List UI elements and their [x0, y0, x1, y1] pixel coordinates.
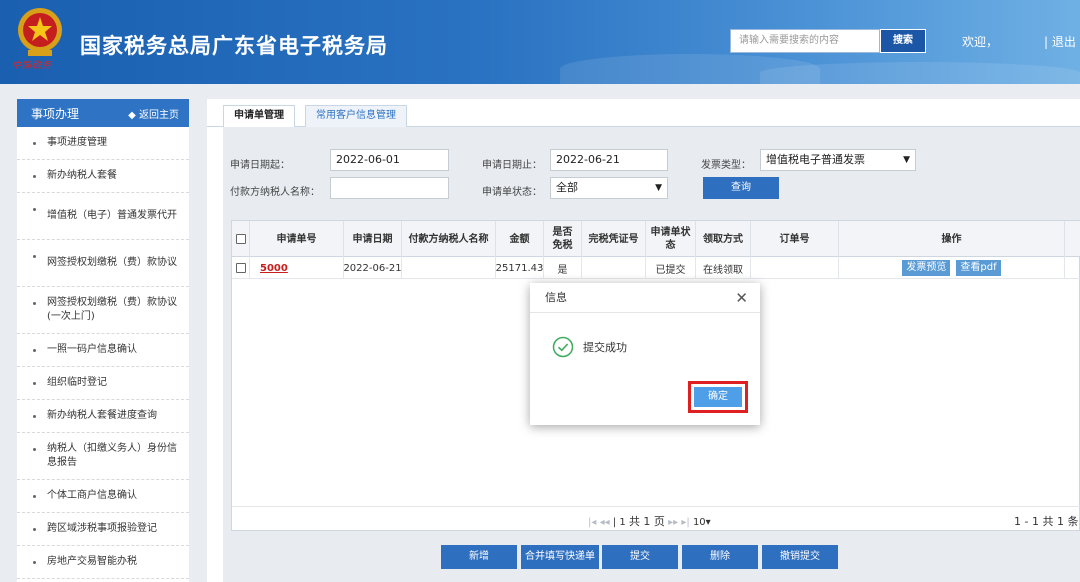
col-operations: 操作 [839, 221, 1065, 257]
info-dialog: 信息 ✕ 提交成功 确定 [530, 283, 760, 425]
col-date: 申请日期 [344, 221, 402, 257]
sidebar: 事项办理 ◆ 返回主页 事项进度管理 新办纳税人套餐 增值税（电子）普通发票代开… [17, 99, 189, 582]
dialog-message: 提交成功 [583, 341, 627, 354]
add-button[interactable]: 新增 [441, 545, 517, 569]
payer-name-label: 付款方纳税人名称： [230, 187, 320, 198]
tab-application-management[interactable]: 申请单管理 [223, 105, 295, 127]
success-check-icon [552, 336, 574, 358]
table-row[interactable]: 5000 2022-06-21 25171.43 是 已提交 在线领取 发票预览… [232, 257, 1080, 279]
merge-express-button[interactable]: 合并填写快递单 [521, 545, 599, 569]
prev-page-icon[interactable]: ◂◂ [600, 517, 610, 528]
row-voucher [582, 257, 646, 279]
status-select[interactable]: 全部 ▼ [550, 177, 668, 199]
search-input[interactable]: 请输入需要搜索的内容 [730, 29, 880, 53]
order-no-link[interactable]: 5000 [260, 263, 288, 274]
sidebar-item-new-taxpayer-package[interactable]: 新办纳税人套餐 [17, 160, 189, 193]
sidebar-item-tax-agreement[interactable]: 网签授权划缴税（费）款协议 [17, 240, 189, 287]
sidebar-item-cross-region[interactable]: 跨区域涉税事项报验登记 [17, 513, 189, 546]
sidebar-item-identity-report[interactable]: 纳税人（扣缴义务人）身份信息报告 [17, 433, 189, 480]
site-header: 中国税务 国家税务总局广东省电子税务局 请输入需要搜索的内容 搜索 欢迎， | … [0, 0, 1080, 84]
dialog-title: 信息 [545, 291, 567, 304]
sidebar-item-progress[interactable]: 事项进度管理 [17, 127, 189, 160]
row-date: 2022-06-21 [344, 257, 402, 279]
row-status: 已提交 [646, 257, 696, 279]
chevron-down-icon: ▾ [705, 517, 711, 528]
row-order-no-cell: 5000 [250, 257, 344, 279]
sidebar-item-tax-agreement-visit[interactable]: 网签授权划缴税（费）款协议(一次上门) [17, 287, 189, 334]
col-payer: 付款方纳税人名称 [402, 221, 496, 257]
sidebar-menu: 事项进度管理 新办纳税人套餐 增值税（电子）普通发票代开 网签授权划缴税（费）款… [17, 127, 189, 579]
sidebar-item-license-confirm[interactable]: 一照一码户信息确认 [17, 334, 189, 367]
start-date-label: 申请日期起： [230, 160, 290, 171]
total-pages: 共 1 页 [628, 515, 665, 528]
back-home-link[interactable]: ◆ 返回主页 [128, 106, 179, 121]
tab-bar: 申请单管理 常用客户信息管理 [207, 99, 1080, 127]
invoice-type-label: 发票类型： [701, 160, 751, 171]
row-checkbox[interactable] [235, 263, 246, 273]
invoice-type-select[interactable]: 增值税电子普通发票 ▼ [760, 149, 916, 171]
page-size-select[interactable]: 10 [693, 517, 706, 528]
view-pdf-button[interactable]: 查看pdf [956, 260, 1001, 276]
site-title: 国家税务总局广东省电子税务局 [80, 34, 388, 58]
close-icon[interactable]: ✕ [735, 283, 748, 313]
sidebar-item-invoice-issuing[interactable]: 增值税（电子）普通发票代开 [17, 193, 189, 240]
row-order [751, 257, 839, 279]
dialog-header: 信息 ✕ [530, 283, 760, 313]
delete-button[interactable]: 删除 [682, 545, 758, 569]
query-button[interactable]: 查询 [703, 177, 779, 199]
col-voucher: 完税凭证号 [582, 221, 646, 257]
col-amount: 金额 [496, 221, 544, 257]
row-payer [402, 257, 496, 279]
row-amount: 25171.43 [496, 257, 544, 279]
pagination-nav: |◂ ◂◂ | 1 共 1 页 ▸▸ ▸| 10▾ [588, 513, 711, 529]
header-decoration [760, 62, 1080, 84]
dialog-body: 提交成功 [552, 336, 627, 358]
table-header: 申请单号 申请日期 付款方纳税人名称 金额 是否免税 完税凭证号 申请单状态 领… [232, 221, 1080, 257]
col-order: 订单号 [751, 221, 839, 257]
col-tax-free: 是否免税 [544, 221, 582, 257]
select-all-checkbox[interactable] [235, 234, 246, 244]
first-page-icon[interactable]: |◂ [588, 517, 596, 528]
sidebar-item-real-estate[interactable]: 房地产交易智能办税 [17, 546, 189, 579]
payer-name-input[interactable] [330, 177, 449, 199]
tab-customer-info[interactable]: 常用客户信息管理 [305, 105, 407, 127]
chevron-down-icon: ▼ [903, 155, 910, 165]
col-order-no: 申请单号 [250, 221, 344, 257]
logout-link[interactable]: | 退出 [1044, 33, 1076, 50]
row-operations: 发票预览 查看pdf [839, 257, 1065, 279]
ok-button-highlight: 确定 [688, 381, 748, 413]
select-all-cell [232, 221, 250, 257]
chevron-down-icon: ▼ [655, 183, 662, 193]
sidebar-title: 事项办理 [31, 106, 80, 121]
dialog-ok-button[interactable]: 确定 [694, 387, 742, 407]
welcome-text: 欢迎， [962, 35, 999, 49]
emblem-text: 中国税务 [12, 61, 53, 71]
current-page[interactable]: 1 [619, 517, 625, 528]
col-status: 申请单状态 [646, 221, 696, 257]
pagination: |◂ ◂◂ | 1 共 1 页 ▸▸ ▸| 10▾ 1 - 1 共 1 条 [232, 506, 1080, 532]
revoke-submit-button[interactable]: 撤销提交 [762, 545, 838, 569]
page-separator: | [612, 517, 617, 528]
status-label: 申请单状态： [482, 187, 542, 198]
sidebar-item-package-query[interactable]: 新办纳税人套餐进度查询 [17, 400, 189, 433]
invoice-preview-button[interactable]: 发票预览 [902, 260, 951, 276]
next-page-icon[interactable]: ▸▸ [668, 517, 678, 528]
end-date-label: 申请日期止： [482, 160, 542, 171]
record-count: 1 - 1 共 1 条 [1014, 515, 1079, 528]
row-select-cell [232, 257, 250, 279]
last-page-icon[interactable]: ▸| [681, 517, 689, 528]
status-value: 全部 [556, 181, 578, 194]
invoice-type-value: 增值税电子普通发票 [766, 153, 865, 166]
action-bar: 新增 合并填写快递单 提交 删除 撤销提交 [223, 545, 1080, 569]
row-pickup: 在线领取 [696, 257, 751, 279]
submit-button[interactable]: 提交 [602, 545, 678, 569]
row-tax-free: 是 [544, 257, 582, 279]
col-pickup: 领取方式 [696, 221, 751, 257]
sidebar-item-individual-business[interactable]: 个体工商户信息确认 [17, 480, 189, 513]
search-button[interactable]: 搜索 [880, 29, 926, 53]
sidebar-header: 事项办理 ◆ 返回主页 [17, 99, 189, 127]
sidebar-item-temp-registration[interactable]: 组织临时登记 [17, 367, 189, 400]
start-date-input[interactable]: 2022-06-01 [330, 149, 449, 171]
end-date-input[interactable]: 2022-06-21 [550, 149, 668, 171]
